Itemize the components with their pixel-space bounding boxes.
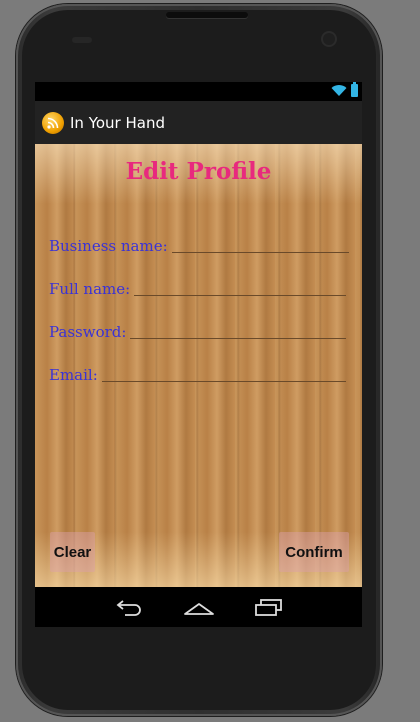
full-name-row: Full name: (49, 276, 346, 298)
rss-feed-icon[interactable] (42, 111, 64, 134)
front-camera (323, 33, 335, 45)
email-label: Email: (49, 366, 98, 384)
clear-button[interactable]: Clear (50, 532, 95, 572)
full-name-input[interactable] (134, 277, 346, 296)
navigation-bar (35, 587, 362, 627)
recent-apps-icon[interactable] (253, 597, 285, 617)
app-title: In Your Hand (70, 113, 165, 132)
confirm-button[interactable]: Confirm (279, 532, 349, 572)
battery-icon (351, 82, 358, 97)
password-label: Password: (49, 323, 127, 341)
speaker-grille (166, 12, 248, 18)
business-name-row: Business name: (49, 233, 349, 255)
action-bar: In Your Hand (35, 101, 362, 144)
status-bar (35, 82, 362, 101)
full-name-label: Full name: (49, 280, 131, 298)
password-input[interactable] (130, 320, 346, 339)
device-screen: In Your Hand Edit Profile Business name:… (35, 82, 362, 627)
business-name-input[interactable] (171, 234, 349, 253)
wifi-icon (331, 85, 347, 96)
business-name-label: Business name: (49, 237, 168, 255)
email-row: Email: (49, 362, 346, 384)
proximity-sensor (72, 37, 92, 43)
password-row: Password: (49, 319, 346, 341)
home-icon[interactable] (183, 597, 215, 617)
edit-profile-panel: Edit Profile Business name: Full name: P… (35, 144, 362, 587)
back-icon[interactable] (115, 597, 145, 617)
email-input[interactable] (101, 363, 346, 382)
page-title: Edit Profile (125, 158, 272, 185)
